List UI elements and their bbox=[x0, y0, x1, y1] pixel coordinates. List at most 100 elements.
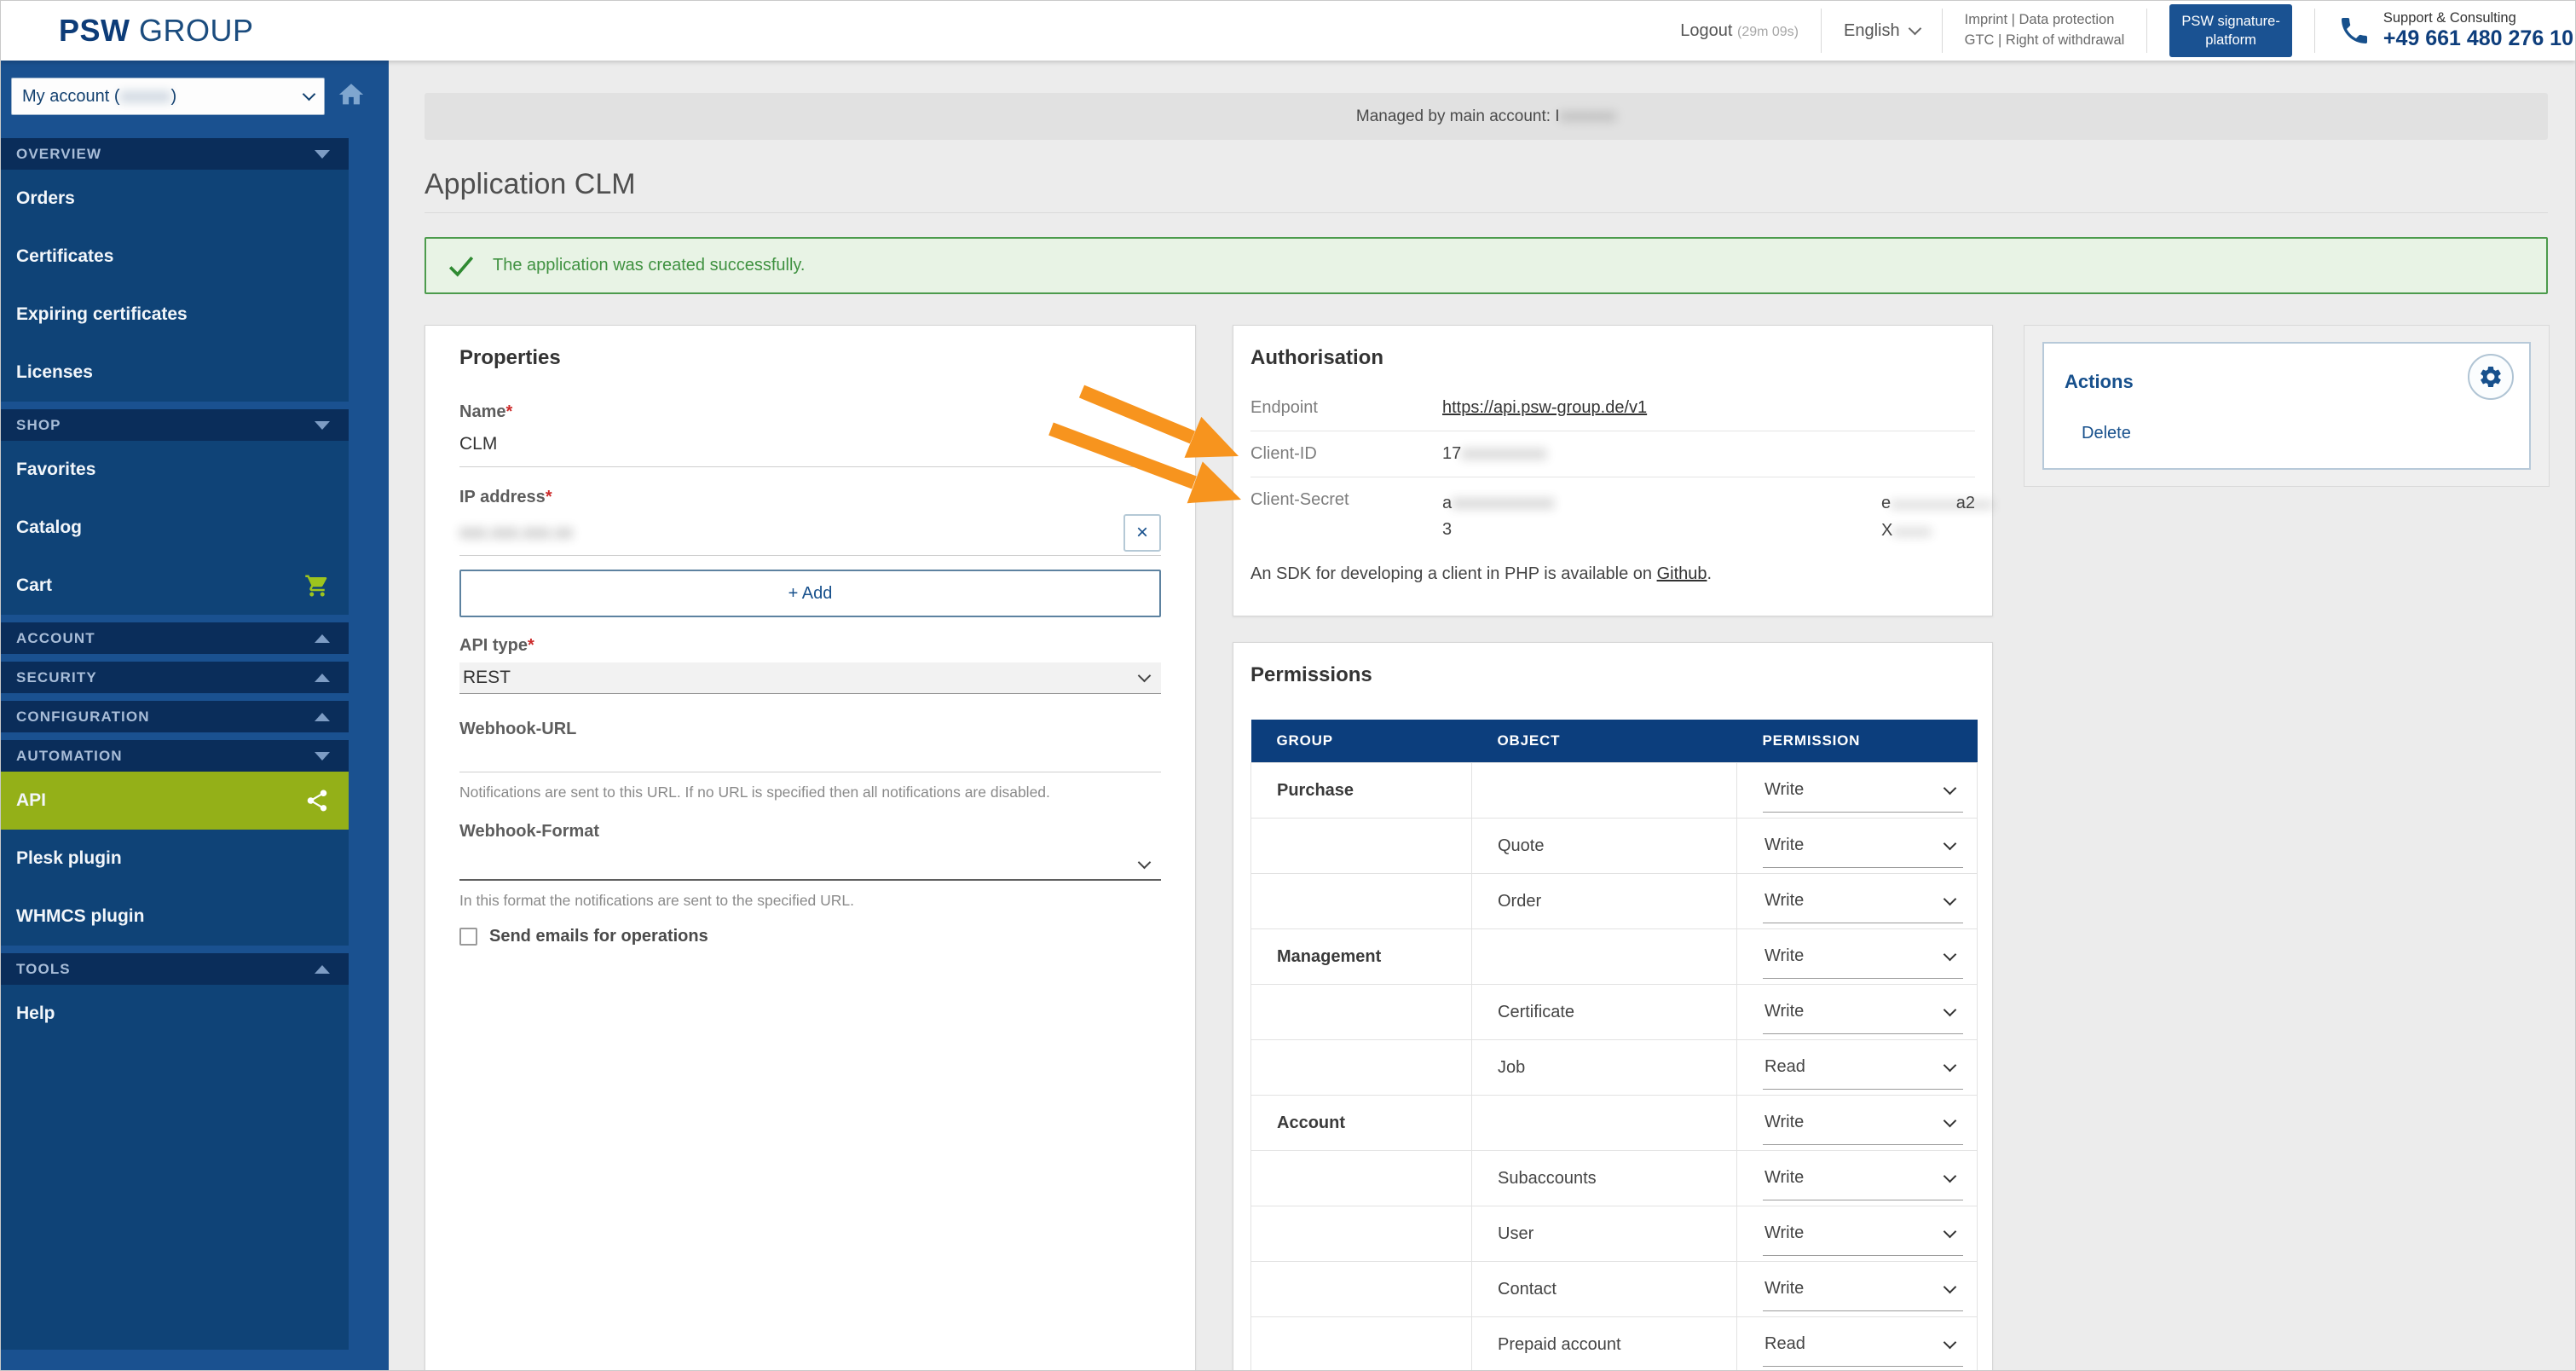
chevron-down-icon bbox=[1944, 1169, 1957, 1183]
remove-ip-button[interactable]: × bbox=[1123, 514, 1161, 552]
psw-signature-platform-button[interactable]: PSW signature- platform bbox=[2169, 4, 2292, 58]
chevron-down-icon bbox=[1944, 1058, 1957, 1072]
name-label: Name* bbox=[459, 402, 1161, 422]
chevron-down-icon bbox=[1944, 1224, 1957, 1238]
add-ip-button[interactable]: + Add bbox=[459, 570, 1161, 617]
home-button[interactable] bbox=[337, 80, 366, 113]
sidebar-section-security[interactable]: SECURITY bbox=[1, 662, 349, 693]
webhook-format-label: Webhook-Format bbox=[459, 822, 1161, 842]
actions-title: Actions bbox=[2065, 371, 2509, 393]
permission-select[interactable]: Read bbox=[1763, 1057, 1963, 1090]
github-link[interactable]: Github bbox=[1657, 564, 1707, 583]
table-row: UserWrite bbox=[1251, 1206, 1978, 1262]
masked-client-id: xxxxxxxxxx bbox=[1461, 444, 1546, 463]
webhook-url-label: Webhook-URL bbox=[459, 720, 1161, 739]
permission-select[interactable]: Write bbox=[1763, 1002, 1963, 1034]
api-type-select[interactable]: REST bbox=[459, 662, 1161, 694]
sidebar-section-shop[interactable]: SHOP bbox=[1, 409, 349, 441]
chevron-down-icon bbox=[1944, 836, 1957, 850]
main-content: Managed by main account: Ixxxxxxx Applic… bbox=[389, 61, 2575, 1371]
properties-title: Properties bbox=[459, 346, 1161, 370]
permissions-panel: Permissions GROUP OBJECT PERMISSION bbox=[1233, 642, 1993, 1371]
send-emails-checkbox[interactable] bbox=[459, 928, 477, 946]
sidebar-item-licenses[interactable]: Licenses bbox=[1, 344, 349, 402]
account-switcher-select[interactable]: My account (xxxxxx) bbox=[11, 78, 325, 115]
chevron-down-icon bbox=[1944, 892, 1957, 905]
permission-select[interactable]: Write bbox=[1763, 1223, 1963, 1256]
permission-select[interactable]: Write bbox=[1763, 1168, 1963, 1200]
ip-address-label: IP address* bbox=[459, 488, 1161, 507]
sidebar-item-favorites[interactable]: Favorites bbox=[1, 441, 349, 499]
actions-container: Actions Delete bbox=[2024, 325, 2550, 487]
permission-select[interactable]: Write bbox=[1763, 780, 1963, 813]
sidebar-item-expiring-certificates[interactable]: Expiring certificates bbox=[1, 286, 349, 344]
ip-address-input[interactable]: xxx.xxx.xxx.xx × bbox=[459, 512, 1161, 556]
gtc-withdrawal-links[interactable]: GTC | Right of withdrawal bbox=[1965, 31, 2125, 51]
language-dropdown[interactable]: English bbox=[1844, 21, 1920, 41]
sidebar-section-tools[interactable]: TOOLS bbox=[1, 953, 349, 985]
sidebar-section-account[interactable]: ACCOUNT bbox=[1, 622, 349, 654]
sidebar-section-overview[interactable]: OVERVIEW bbox=[1, 138, 349, 170]
sidebar-filler bbox=[1, 1043, 349, 1350]
sdk-note: An SDK for developing a client in PHP is… bbox=[1250, 564, 1975, 584]
name-input[interactable]: CLM bbox=[459, 434, 1161, 467]
webhook-format-help: In this format the notifications are sen… bbox=[459, 892, 1161, 910]
permission-select[interactable]: Read bbox=[1763, 1334, 1963, 1367]
table-row: SubaccountsWrite bbox=[1251, 1151, 1978, 1206]
actions-panel: Actions Delete bbox=[2042, 342, 2531, 470]
sidebar-item-catalog[interactable]: Catalog bbox=[1, 499, 349, 557]
delete-action[interactable]: Delete bbox=[2082, 424, 2509, 443]
client-id-label: Client-ID bbox=[1250, 444, 1442, 464]
page-title: Application CLM bbox=[425, 168, 2548, 201]
chevron-down-icon bbox=[1944, 1114, 1957, 1127]
top-bar: PSW GROUP Logout (29m 09s) English Impri… bbox=[1, 1, 2575, 61]
table-row: JobRead bbox=[1251, 1040, 1978, 1096]
column-header-object: OBJECT bbox=[1472, 720, 1737, 763]
sidebar-item-api[interactable]: API bbox=[1, 772, 349, 830]
session-timer: (29m 09s) bbox=[1737, 25, 1799, 39]
column-header-permission: PERMISSION bbox=[1737, 720, 1978, 763]
logout-link[interactable]: Logout (29m 09s) bbox=[1680, 21, 1799, 41]
table-row: PurchaseWrite bbox=[1251, 763, 1978, 819]
masked-account-id: xxxxxx bbox=[119, 87, 170, 107]
sidebar-section-configuration[interactable]: CONFIGURATION bbox=[1, 701, 349, 732]
webhook-format-select[interactable] bbox=[459, 850, 1161, 881]
client-secret-value: axxxxxxxxxxxx exxxxxxxxxxxxxxxx a2 3 Xxx… bbox=[1442, 490, 1975, 543]
sidebar-item-orders[interactable]: Orders bbox=[1, 170, 349, 228]
permission-select[interactable]: Write bbox=[1763, 1113, 1963, 1145]
masked-account-name: xxxxxxx bbox=[1560, 107, 1617, 126]
actions-settings-button[interactable] bbox=[2468, 354, 2514, 400]
required-marker: * bbox=[546, 488, 552, 506]
permission-select[interactable]: Write bbox=[1763, 1279, 1963, 1311]
sidebar-item-help[interactable]: Help bbox=[1, 985, 349, 1043]
divider bbox=[1942, 9, 1943, 53]
client-id-row: Client-ID 17xxxxxxxxxx bbox=[1250, 431, 1975, 477]
table-row: ContactWrite bbox=[1251, 1262, 1978, 1317]
endpoint-link[interactable]: https://api.psw-group.de/v1 bbox=[1442, 398, 1647, 417]
permissions-table: GROUP OBJECT PERMISSION PurchaseWrite Qu… bbox=[1250, 720, 1978, 1371]
chevron-down-icon bbox=[1944, 781, 1957, 795]
webhook-url-input[interactable] bbox=[459, 739, 1161, 772]
sidebar-item-certificates[interactable]: Certificates bbox=[1, 228, 349, 286]
home-icon bbox=[337, 80, 366, 109]
sidebar-section-automation[interactable]: AUTOMATION bbox=[1, 740, 349, 772]
client-secret-label: Client-Secret bbox=[1250, 490, 1442, 543]
imprint-data-protection-links[interactable]: Imprint | Data protection bbox=[1965, 10, 2125, 31]
permission-select[interactable]: Write bbox=[1763, 891, 1963, 923]
chevron-up-icon bbox=[315, 634, 330, 643]
table-row: OrderWrite bbox=[1251, 874, 1978, 929]
permission-select[interactable]: Write bbox=[1763, 836, 1963, 868]
sidebar-item-whmcs-plugin[interactable]: WHMCS plugin bbox=[1, 888, 349, 946]
psw-group-logo[interactable]: PSW GROUP bbox=[59, 13, 254, 49]
sidebar-item-plesk-plugin[interactable]: Plesk plugin bbox=[1, 830, 349, 888]
table-header-row: GROUP OBJECT PERMISSION bbox=[1251, 720, 1978, 763]
endpoint-label: Endpoint bbox=[1250, 398, 1442, 418]
support-phone-number[interactable]: +49 661 480 276 10 bbox=[2383, 26, 2573, 51]
send-emails-label: Send emails for operations bbox=[489, 927, 708, 946]
client-secret-row: Client-Secret axxxxxxxxxxxx exxxxxxxxxxx… bbox=[1250, 477, 1975, 556]
permission-select[interactable]: Write bbox=[1763, 946, 1963, 979]
divider bbox=[2146, 9, 2147, 53]
endpoint-row: Endpoint https://api.psw-group.de/v1 bbox=[1250, 385, 1975, 431]
sidebar-item-cart[interactable]: Cart bbox=[1, 557, 349, 615]
divider bbox=[1821, 9, 1822, 53]
